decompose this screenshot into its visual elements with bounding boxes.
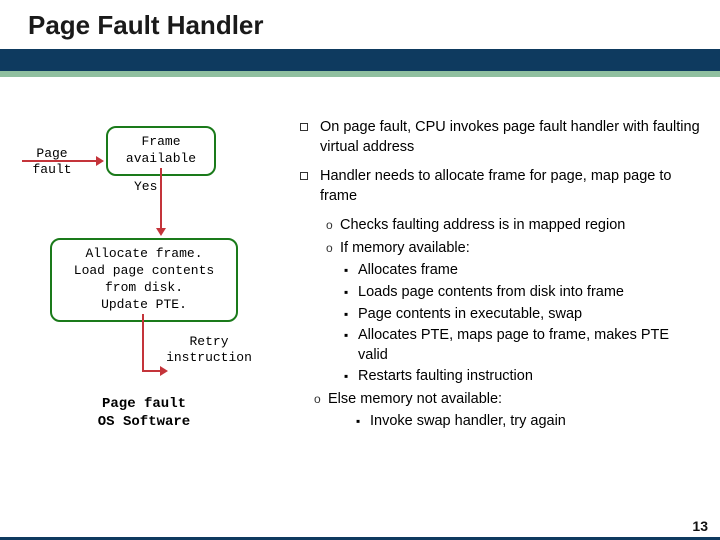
inner-text: Allocates PTE, maps page to frame, makes… [358,326,700,365]
sub-item: o Checks faulting address is in mapped r… [326,216,700,236]
square-mark-icon: ▪ [344,368,358,387]
page-title: Page Fault Handler [28,10,720,41]
header-bar-light [0,71,720,77]
square-mark-icon: ▪ [344,306,358,325]
label-page-fault: Page fault [22,146,82,179]
bullet-item: Handler needs to allocate frame for page… [300,167,700,206]
inner-item: ▪Restarts faulting instruction [344,367,700,387]
arrow-right-icon [160,366,168,376]
square-mark-icon: ▪ [344,262,358,281]
square-mark-icon: ▪ [344,284,358,303]
bullet-item: On page fault, CPU invokes page fault ha… [300,118,700,157]
label-retry: Retry instruction [154,334,264,367]
inner-text: Allocates frame [358,261,458,281]
bullet-text: Handler needs to allocate frame for page… [320,167,700,206]
arrow-down-icon [156,228,166,236]
content-region: Page fault Frame available Yes Allocate … [0,110,720,512]
inner-list: ▪Invoke swap handler, try again [356,412,700,432]
sub-text: Checks faulting address is in mapped reg… [340,216,625,236]
bullet-text: On page fault, CPU invokes page fault ha… [320,118,700,157]
sub-list: o Checks faulting address is in mapped r… [326,216,700,432]
connector [160,168,162,230]
sub-text: Else memory not available: [328,390,502,410]
square-bullet-icon [300,172,308,180]
inner-item: ▪Loads page contents from disk into fram… [344,283,700,303]
connector [22,160,98,162]
square-mark-icon: ▪ [344,327,358,365]
flow-caption: Page fault OS Software [64,396,224,431]
inner-text: Page contents in executable, swap [358,305,582,325]
inner-text: Restarts faulting instruction [358,367,533,387]
label-yes: Yes [134,179,157,194]
inner-list: ▪Allocates frame ▪Loads page contents fr… [344,261,700,386]
connector [142,314,144,370]
inner-text: Loads page contents from disk into frame [358,283,624,303]
connector [142,370,162,372]
sub-item: o Else memory not available: [314,390,700,410]
arrow-right-icon [96,156,104,166]
bullet-list: On page fault, CPU invokes page fault ha… [300,118,700,434]
inner-item: ▪Allocates PTE, maps page to frame, make… [344,326,700,365]
inner-item: ▪Page contents in executable, swap [344,305,700,325]
inner-item: ▪Allocates frame [344,261,700,281]
square-mark-icon: ▪ [356,413,370,432]
sub-text: If memory available: [340,239,470,259]
header-bar-dark [0,49,720,71]
page-number: 13 [692,518,708,534]
title-region: Page Fault Handler [0,0,720,41]
circle-bullet-icon: o [326,217,340,236]
square-bullet-icon [300,123,308,131]
inner-item: ▪Invoke swap handler, try again [356,412,700,432]
sub-item: o If memory available: [326,239,700,259]
box-allocate: Allocate frame. Load page contents from … [50,238,238,322]
circle-bullet-icon: o [314,391,328,410]
slide: Page Fault Handler Page fault Frame avai… [0,0,720,540]
circle-bullet-icon: o [326,240,340,259]
inner-text: Invoke swap handler, try again [370,412,566,432]
